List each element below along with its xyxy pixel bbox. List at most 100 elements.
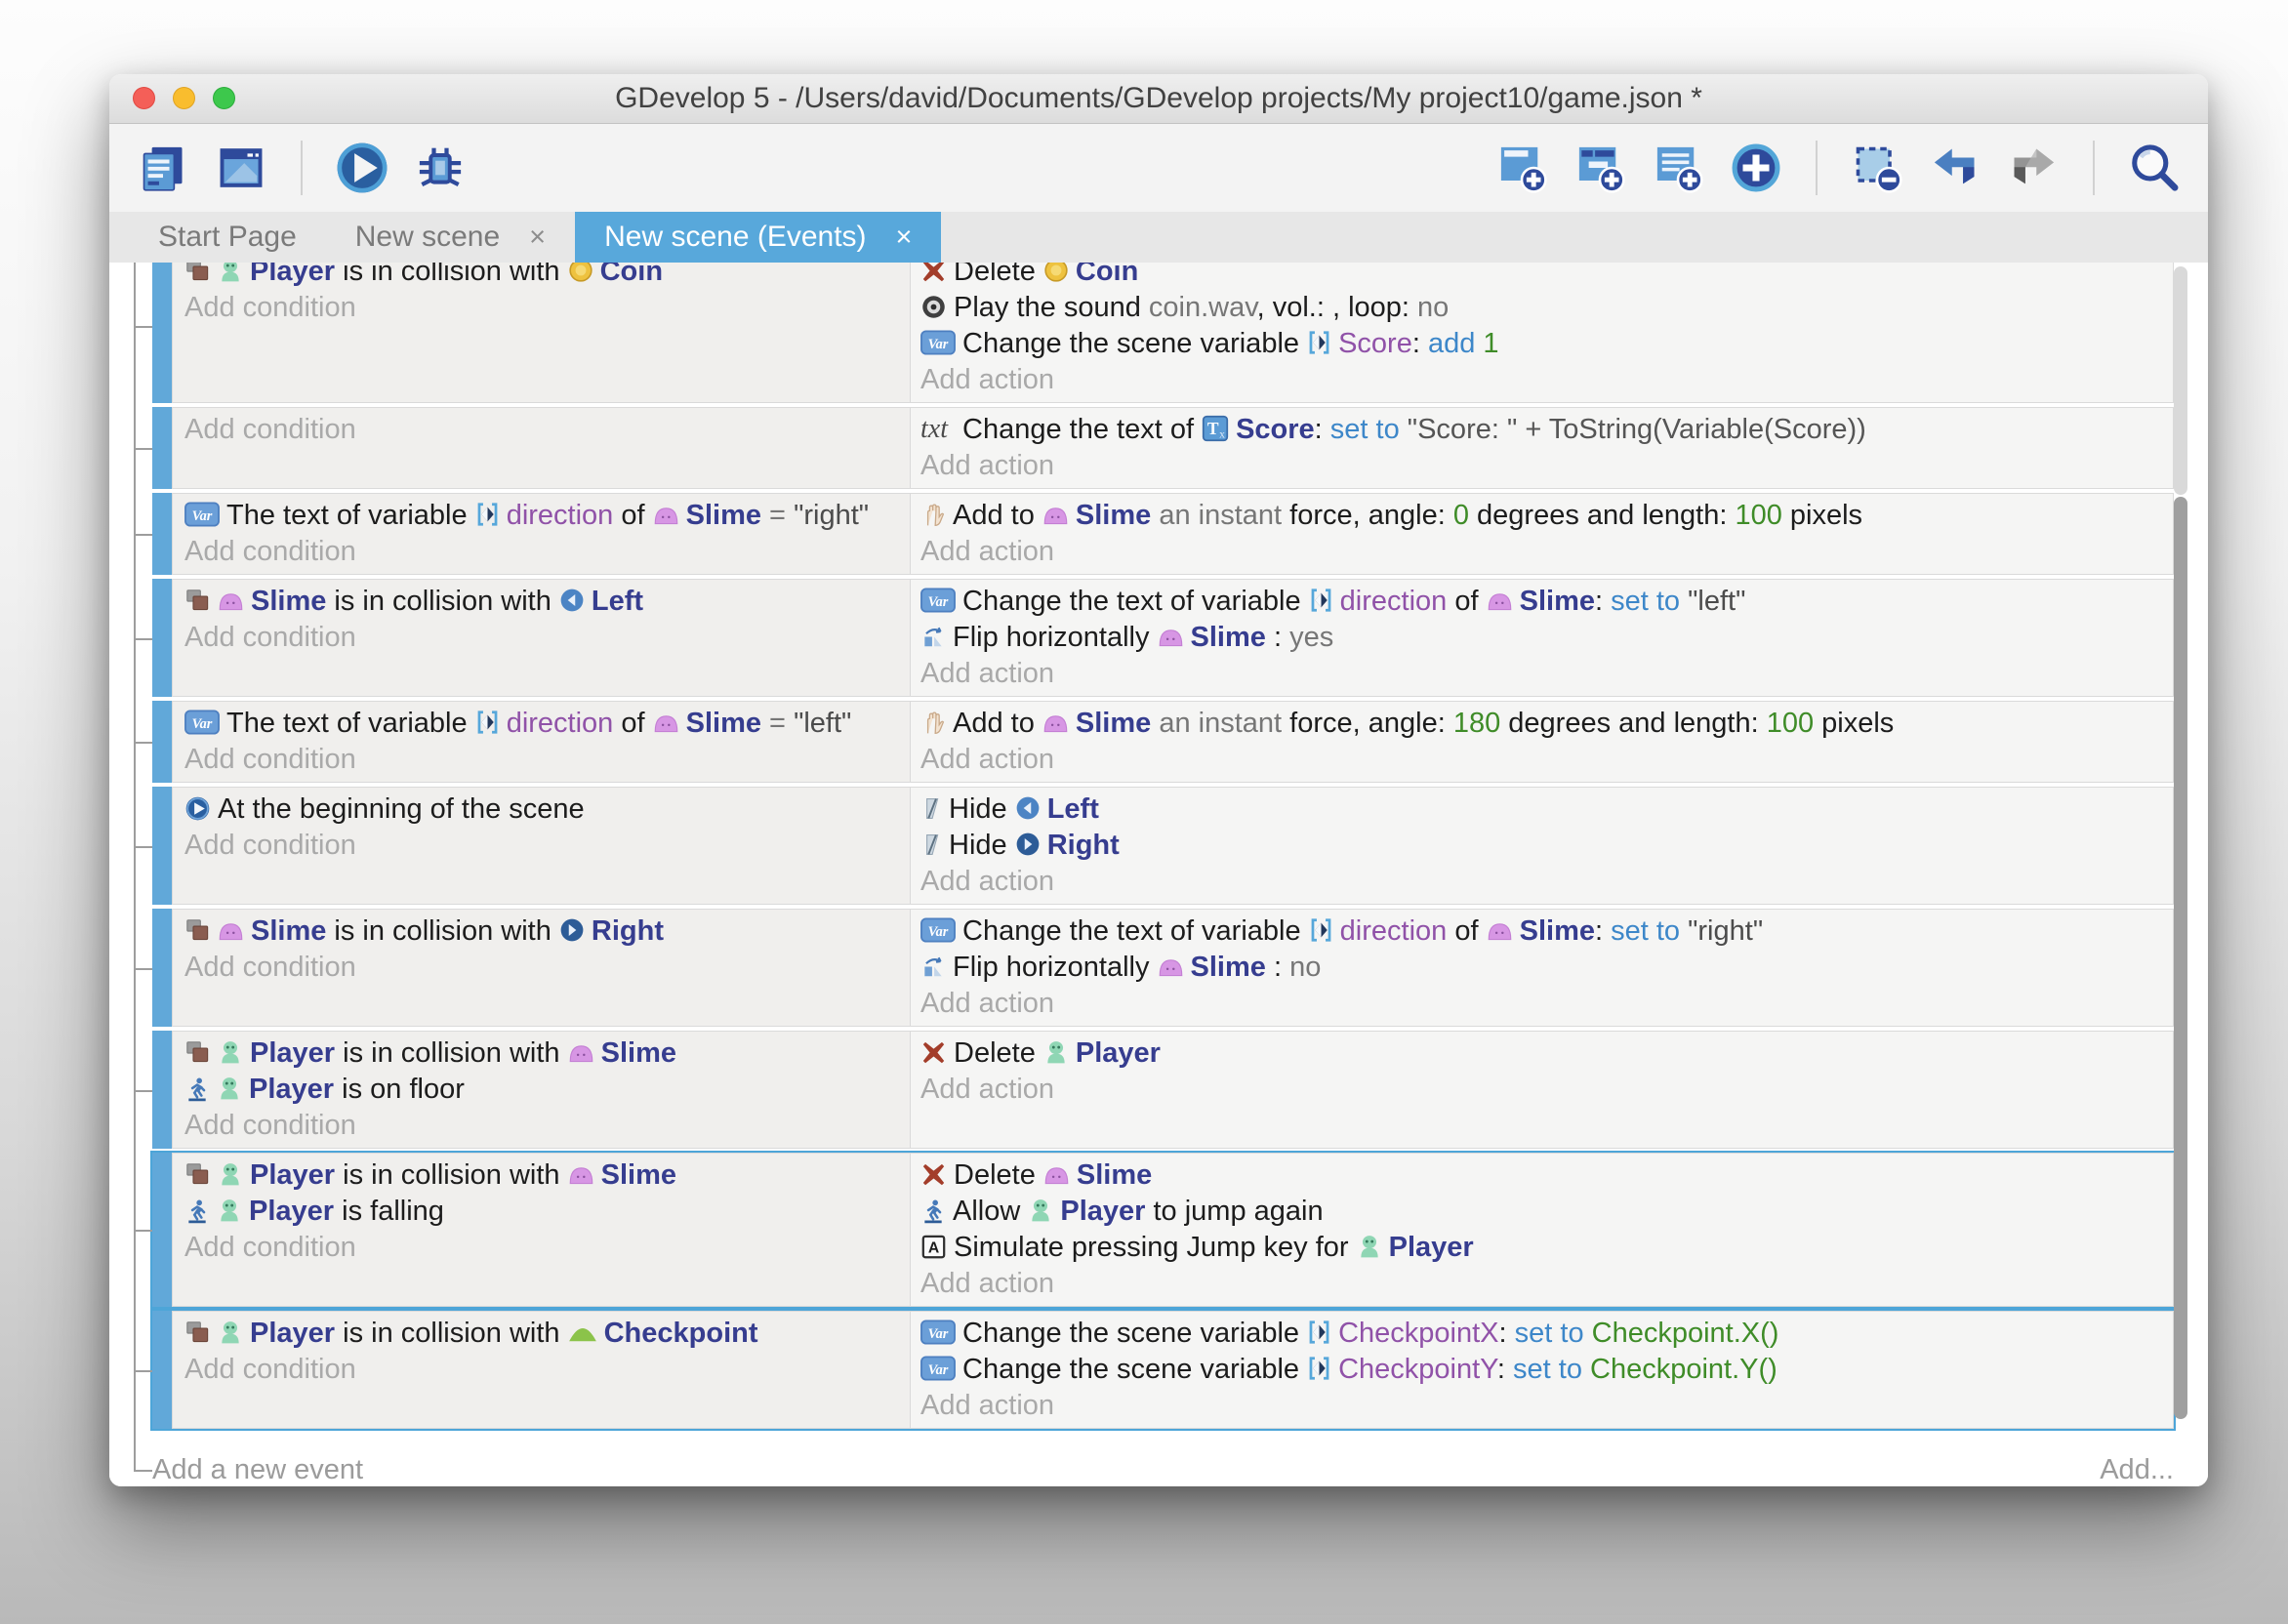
debug-button[interactable] <box>414 142 467 194</box>
add-action-button[interactable]: Add action <box>920 362 2173 398</box>
add-condition-button[interactable]: Add condition <box>184 742 910 778</box>
condition-line[interactable]: VarThe text of variable direction of Sli… <box>184 706 910 742</box>
add-action-button[interactable]: Add action <box>920 448 2173 484</box>
tab-close-icon[interactable]: × <box>529 222 546 254</box>
condition-line[interactable]: Player is falling <box>184 1194 910 1230</box>
vertical-scrollbar-track[interactable] <box>2174 266 2187 495</box>
undo-button[interactable] <box>1929 142 1982 194</box>
add-condition-button[interactable]: Add condition <box>184 290 910 326</box>
event-drag-handle[interactable] <box>152 1311 172 1429</box>
action-line[interactable]: txtChange the text of TxScore: set to "S… <box>920 412 2173 448</box>
event-drag-handle[interactable] <box>152 701 172 783</box>
event-row-6[interactable]: At the beginning of the sceneAdd conditi… <box>152 787 2174 905</box>
tab-new-scene[interactable]: New scene × <box>326 212 575 263</box>
action-line[interactable]: Hide Left <box>920 792 2173 828</box>
condition-line[interactable]: Player is in collision with Slime <box>184 1157 910 1194</box>
action-line[interactable]: VarChange the scene variable CheckpointY… <box>920 1352 2173 1388</box>
add-subevent-button[interactable] <box>1573 142 1626 194</box>
event-row-1[interactable]: Player is in collision with CoinAdd cond… <box>152 263 2174 403</box>
events-sheet-button[interactable] <box>137 142 189 194</box>
add-action-button[interactable]: Add action <box>920 986 2173 1022</box>
event-row-7[interactable]: Slime is in collision with RightAdd cond… <box>152 909 2174 1027</box>
add-condition-button[interactable]: Add condition <box>184 828 910 864</box>
slime-icon <box>1042 503 1069 526</box>
svg-text:Var: Var <box>928 594 949 610</box>
action-line[interactable]: VarChange the scene variable Score: add … <box>920 326 2173 362</box>
event-row-2[interactable]: Add condition txtChange the text of TxSco… <box>152 407 2174 489</box>
tab-label: New scene <box>355 221 500 254</box>
add-comment-button[interactable] <box>1652 142 1704 194</box>
add-action-button[interactable]: Add action <box>920 534 2173 570</box>
event-drag-handle[interactable] <box>152 1153 172 1307</box>
play-preview-button[interactable] <box>336 142 388 194</box>
condition-line[interactable]: Slime is in collision with Right <box>184 914 910 950</box>
action-line[interactable]: Delete Player <box>920 1035 2173 1072</box>
redo-button[interactable] <box>2007 142 2060 194</box>
add-action-button[interactable]: Add action <box>920 1388 2173 1424</box>
vertical-scrollbar-thumb[interactable] <box>2174 497 2187 1419</box>
delete-event-button[interactable] <box>1851 142 1903 194</box>
action-line[interactable]: Hide Right <box>920 828 2173 864</box>
event-drag-handle[interactable] <box>152 579 172 697</box>
action-line[interactable]: Play the sound coin.wav, vol.: , loop: n… <box>920 290 2173 326</box>
event-drag-handle[interactable] <box>152 263 172 403</box>
add-action-button[interactable]: Add action <box>920 742 2173 778</box>
action-line[interactable]: Add to Slime an instant force, angle: 0 … <box>920 498 2173 534</box>
add-action-button[interactable]: Add action <box>920 864 2173 900</box>
event-row-3[interactable]: VarThe text of variable direction of Sli… <box>152 493 2174 575</box>
add-action-button[interactable]: Add action <box>920 656 2173 692</box>
event-drag-handle[interactable] <box>152 407 172 489</box>
event-row-4[interactable]: Slime is in collision with LeftAdd condi… <box>152 579 2174 697</box>
condition-line[interactable]: VarThe text of variable direction of Sli… <box>184 498 910 534</box>
actions-cell: Add to Slime an instant force, angle: 0 … <box>910 493 2174 575</box>
event-row-9[interactable]: Player is in collision with SlimePlayer … <box>152 1153 2174 1307</box>
search-button[interactable] <box>2128 142 2181 194</box>
event-drag-handle[interactable] <box>152 787 172 905</box>
minimize-window-button[interactable] <box>173 87 195 109</box>
add-condition-button[interactable]: Add condition <box>184 620 910 656</box>
event-row-10[interactable]: Player is in collision with CheckpointAd… <box>152 1311 2174 1429</box>
close-window-button[interactable] <box>133 87 155 109</box>
add-new-event-button[interactable] <box>1495 142 1548 194</box>
condition-line[interactable]: Player is in collision with Checkpoint <box>184 1316 910 1352</box>
tab-close-icon[interactable]: × <box>896 222 913 254</box>
add-action-button[interactable]: Add action <box>920 1266 2173 1302</box>
condition-line[interactable]: Player is in collision with Coin <box>184 263 910 290</box>
event-row-5[interactable]: VarThe text of variable direction of Sli… <box>152 701 2174 783</box>
event-drag-handle[interactable] <box>152 1031 172 1149</box>
event-row-8[interactable]: Player is in collision with SlimePlayer … <box>152 1031 2174 1149</box>
event-drag-handle[interactable] <box>152 493 172 575</box>
condition-line[interactable]: Player is on floor <box>184 1072 910 1108</box>
title-bar[interactable]: GDevelop 5 - /Users/david/Documents/GDev… <box>109 74 2208 124</box>
add-more-event-button[interactable] <box>1730 142 1782 194</box>
action-line[interactable]: Delete Slime <box>920 1157 2173 1194</box>
token: Slime <box>686 500 761 531</box>
add-new-event-link[interactable]: Add a new event <box>152 1450 363 1486</box>
sound-icon <box>920 294 947 320</box>
action-line[interactable]: Flip horizontally Slime : yes <box>920 620 2173 656</box>
action-line[interactable]: Delete Coin <box>920 263 2173 290</box>
add-condition-button[interactable]: Add condition <box>184 1108 910 1144</box>
action-line[interactable]: Flip horizontally Slime : no <box>920 950 2173 986</box>
event-drag-handle[interactable] <box>152 909 172 1027</box>
add-condition-button[interactable]: Add condition <box>184 534 910 570</box>
action-line[interactable]: VarChange the scene variable CheckpointX… <box>920 1316 2173 1352</box>
add-action-button[interactable]: Add action <box>920 1072 2173 1108</box>
add-condition-button[interactable]: Add condition <box>184 1352 910 1388</box>
action-line[interactable]: VarChange the text of variable direction… <box>920 914 2173 950</box>
zoom-window-button[interactable] <box>213 87 235 109</box>
add-condition-button[interactable]: Add condition <box>184 412 910 448</box>
add-condition-button[interactable]: Add condition <box>184 1230 910 1266</box>
condition-line[interactable]: Player is in collision with Slime <box>184 1035 910 1072</box>
action-line[interactable]: ASimulate pressing Jump key for Player <box>920 1230 2173 1266</box>
action-line[interactable]: Allow Player to jump again <box>920 1194 2173 1230</box>
condition-line[interactable]: Slime is in collision with Left <box>184 584 910 620</box>
action-line[interactable]: VarChange the text of variable direction… <box>920 584 2173 620</box>
condition-line[interactable]: At the beginning of the scene <box>184 792 910 828</box>
scene-editor-button[interactable] <box>215 142 267 194</box>
tab-new-scene-events[interactable]: New scene (Events)× <box>575 212 941 263</box>
add-more-link[interactable]: Add... <box>2100 1450 2174 1486</box>
action-line[interactable]: Add to Slime an instant force, angle: 18… <box>920 706 2173 742</box>
tab-start-page[interactable]: Start Page <box>129 212 326 263</box>
add-condition-button[interactable]: Add condition <box>184 950 910 986</box>
